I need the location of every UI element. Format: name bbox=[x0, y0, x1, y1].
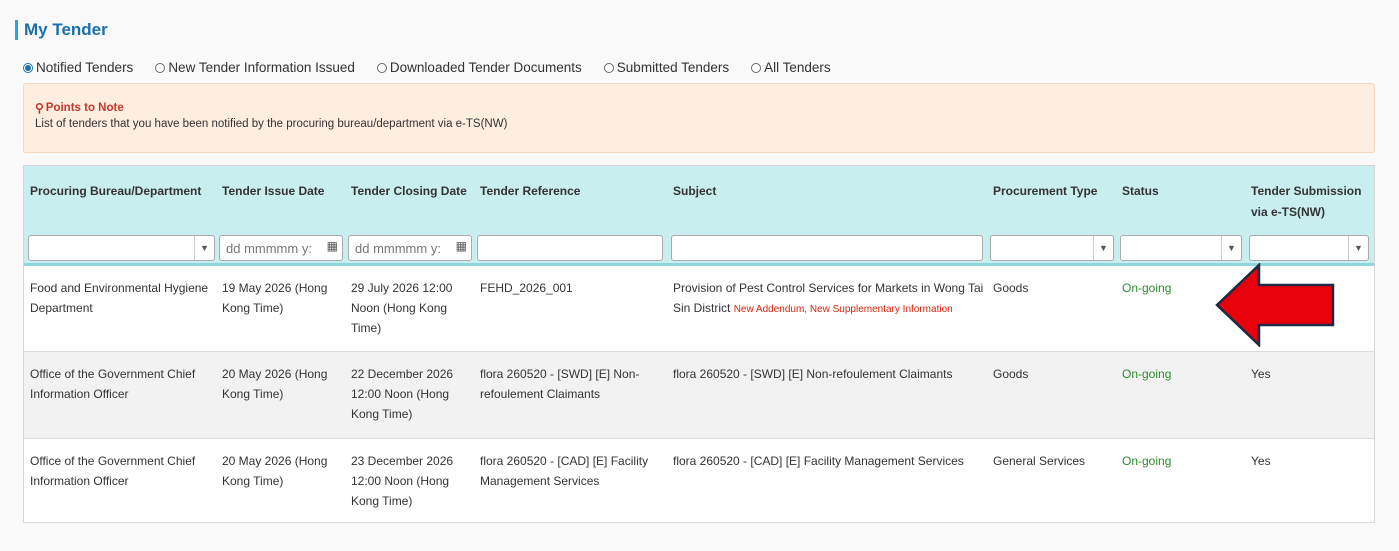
cell-reference[interactable]: FEHD_2026_001 bbox=[480, 278, 660, 298]
cell-submission: Yes bbox=[1251, 454, 1271, 468]
radio-label: Notified Tenders bbox=[36, 60, 134, 75]
header-subject[interactable]: Subject bbox=[673, 181, 716, 202]
cell-reference[interactable]: flora 260520 - [SWD] [E] Non-refoulement… bbox=[480, 364, 660, 404]
lightbulb-icon: ⚲ bbox=[35, 101, 44, 115]
header-status[interactable]: Status bbox=[1122, 181, 1159, 202]
addendum-tag[interactable]: New Addendum, New Supplementary Informat… bbox=[734, 304, 953, 315]
radio-submitted-tenders[interactable]: Submitted Tenders bbox=[603, 60, 730, 75]
page-title: My Tender bbox=[15, 20, 108, 40]
tender-filter-radios: Notified Tenders New Tender Information … bbox=[23, 60, 853, 75]
cell-subject[interactable]: flora 260520 - [SWD] [E] Non-refoulement… bbox=[673, 364, 988, 384]
header-bureau[interactable]: Procuring Bureau/Department bbox=[30, 181, 201, 202]
left-arrow-icon bbox=[1215, 263, 1335, 347]
radio-selected-icon bbox=[23, 62, 33, 73]
chevron-down-icon: ▼ bbox=[1093, 236, 1113, 260]
calendar-icon[interactable]: ▦ bbox=[456, 239, 467, 253]
cell-reference[interactable]: flora 260520 - [CAD] [E] Facility Manage… bbox=[480, 451, 660, 491]
filter-row: ▼ dd mmmmm y: ▦ dd mmmmm y: ▦ ▼ ▼ ▼ bbox=[24, 235, 1374, 263]
points-to-note-box: ⚲ Points to Note List of tenders that yo… bbox=[23, 83, 1375, 153]
note-title: ⚲ Points to Note bbox=[35, 101, 1374, 115]
cell-procurement-type: Goods bbox=[993, 367, 1029, 381]
cell-submission: Yes bbox=[1251, 367, 1271, 381]
bureau-filter-select[interactable]: ▼ bbox=[28, 235, 215, 261]
cell-subject[interactable]: flora 260520 - [CAD] [E] Facility Manage… bbox=[673, 451, 988, 471]
table-row[interactable]: Office of the Government Chief Informati… bbox=[24, 352, 1374, 439]
chevron-down-icon: ▼ bbox=[1348, 236, 1368, 260]
radio-empty-icon bbox=[603, 62, 614, 73]
radio-label: All Tenders bbox=[764, 60, 831, 75]
cell-status: On-going bbox=[1122, 454, 1172, 468]
header-reference[interactable]: Tender Reference bbox=[480, 181, 580, 202]
table-row[interactable]: Office of the Government Chief Informati… bbox=[24, 439, 1374, 523]
radio-downloaded-docs[interactable]: Downloaded Tender Documents bbox=[376, 60, 582, 75]
date-placeholder: dd mmmmm y: bbox=[226, 240, 312, 256]
table-row[interactable]: Food and Environmental Hygiene Departmen… bbox=[24, 266, 1374, 352]
cell-issue-date: 19 May 2026 (Hong Kong Time) bbox=[222, 281, 328, 315]
procurement-type-filter-select[interactable]: ▼ bbox=[990, 235, 1114, 261]
date-placeholder: dd mmmmm y: bbox=[355, 240, 441, 256]
header-procurement-type[interactable]: Procurement Type bbox=[993, 181, 1097, 202]
cell-issue-date: 20 May 2026 (Hong Kong Time) bbox=[222, 367, 328, 401]
subject-filter-input[interactable] bbox=[671, 235, 983, 261]
cell-closing-date: 29 July 2026 12:00 Noon (Hong Kong Time) bbox=[351, 281, 453, 335]
radio-new-tender-info[interactable]: New Tender Information Issued bbox=[155, 60, 355, 75]
arrow-shape bbox=[1215, 263, 1335, 347]
issue-date-filter[interactable]: dd mmmmm y: ▦ bbox=[219, 235, 343, 261]
radio-label: Submitted Tenders bbox=[616, 60, 730, 75]
note-title-text: Points to Note bbox=[45, 102, 124, 114]
radio-empty-icon bbox=[751, 62, 762, 73]
cell-procurement-type: Goods bbox=[993, 281, 1029, 295]
submission-filter-select[interactable]: ▼ bbox=[1249, 235, 1369, 261]
table-header: Procuring Bureau/Department Tender Issue… bbox=[24, 166, 1374, 266]
header-submission[interactable]: Tender Submission via e-TS(NW) bbox=[1251, 181, 1366, 223]
radio-label: New Tender Information Issued bbox=[168, 60, 355, 75]
header-issue-date[interactable]: Tender Issue Date bbox=[222, 181, 324, 202]
cell-closing-date: 22 December 2026 12:00 Noon (Hong Kong T… bbox=[351, 367, 454, 421]
radio-empty-icon bbox=[376, 62, 387, 73]
cell-bureau: Food and Environmental Hygiene Departmen… bbox=[30, 281, 209, 315]
cell-bureau: Office of the Government Chief Informati… bbox=[30, 367, 196, 401]
radio-label: Downloaded Tender Documents bbox=[389, 60, 582, 75]
cell-status: On-going bbox=[1122, 367, 1172, 381]
chevron-down-icon: ▼ bbox=[194, 236, 214, 260]
cell-subject[interactable]: Provision of Pest Control Services for M… bbox=[673, 278, 988, 320]
reference-filter-input[interactable] bbox=[477, 235, 663, 261]
radio-empty-icon bbox=[155, 62, 166, 73]
status-filter-select[interactable]: ▼ bbox=[1120, 235, 1242, 261]
radio-all-tenders[interactable]: All Tenders bbox=[751, 60, 831, 75]
cell-procurement-type: General Services bbox=[993, 454, 1086, 468]
note-text: List of tenders that you have been notif… bbox=[35, 118, 508, 130]
header-closing-date[interactable]: Tender Closing Date bbox=[351, 181, 467, 202]
cell-bureau: Office of the Government Chief Informati… bbox=[30, 454, 196, 488]
radio-notified-tenders[interactable]: Notified Tenders bbox=[23, 60, 133, 75]
closing-date-filter[interactable]: dd mmmmm y: ▦ bbox=[348, 235, 472, 261]
cell-issue-date: 20 May 2026 (Hong Kong Time) bbox=[222, 454, 328, 488]
chevron-down-icon: ▼ bbox=[1221, 236, 1241, 260]
tender-table: Procuring Bureau/Department Tender Issue… bbox=[23, 165, 1375, 523]
cell-closing-date: 23 December 2026 12:00 Noon (Hong Kong T… bbox=[351, 454, 454, 508]
calendar-icon[interactable]: ▦ bbox=[327, 239, 338, 253]
